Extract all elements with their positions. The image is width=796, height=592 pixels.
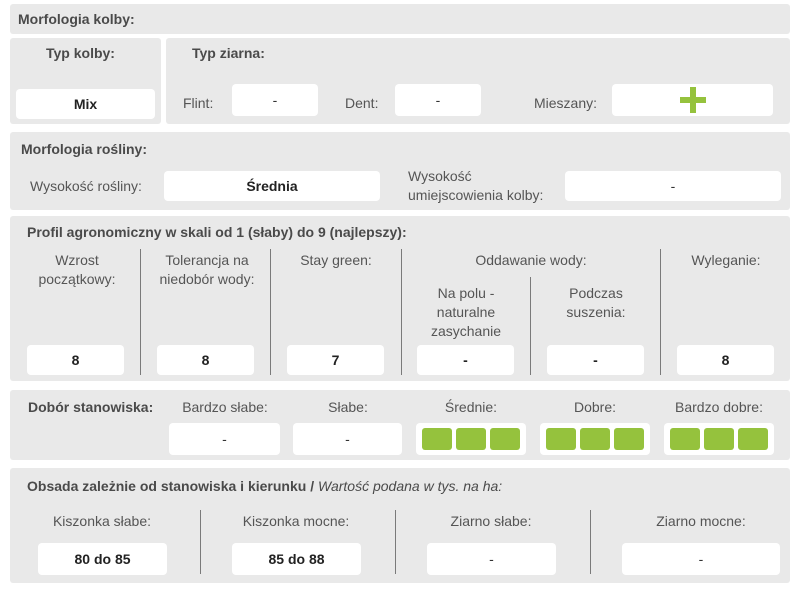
obsada-divider <box>395 510 396 574</box>
typ-kolby-value: Mix <box>16 89 155 119</box>
wysokosc-kolby-label-line1: Wysokość <box>408 168 472 184</box>
srednie-rating <box>416 423 526 455</box>
wysokosc-rosliny-value: Średnia <box>164 171 380 201</box>
kiszonka-mocne-label: Kiszonka mocne: <box>242 513 350 529</box>
dent-label: Dent: <box>345 95 379 111</box>
ziarno-slabe-value: - <box>427 543 556 575</box>
wysokosc-rosliny-label: Wysokość rośliny: <box>30 178 142 194</box>
tolerancja-label: Tolerancja na niedobór wody: <box>159 252 255 287</box>
profil-divider <box>660 249 661 375</box>
wzrost-value: 8 <box>27 345 124 375</box>
obsada-title: Obsada zależnie od stanowiska i kierunku… <box>27 478 503 494</box>
kiszonka-mocne-value: 85 do 88 <box>232 543 361 575</box>
ziarno-slabe-label: Ziarno słabe: <box>450 513 532 529</box>
wyleganie-label: Wyleganie: <box>691 252 761 268</box>
wysokosc-kolby-label-line2: umiejscowienia kolby: <box>408 187 544 203</box>
dobor-title: Dobór stanowiska: <box>28 399 154 415</box>
slabe-value: - <box>293 423 402 455</box>
profil-title: Profil agronomiczny w skali od 1 (słaby)… <box>27 224 407 240</box>
flint-label: Flint: <box>183 95 214 111</box>
obsada-title-text: Obsada zależnie od stanowiska i kierunku <box>27 478 307 494</box>
rating-square <box>704 428 734 450</box>
na-polu-label: Na polu - naturalne zasychanie <box>430 285 502 339</box>
rating-square <box>580 428 610 450</box>
kiszonka-slabe-label: Kiszonka słabe: <box>52 513 152 529</box>
morfologia-kolby-title: Morfologia kolby: <box>18 11 135 27</box>
rating-square <box>614 428 644 450</box>
obsada-divider <box>200 510 201 574</box>
rating-square <box>738 428 768 450</box>
bardzo-slabe-value: - <box>169 423 280 455</box>
dobre-label: Dobre: <box>573 399 617 415</box>
podczas-suszenia-value: - <box>547 345 644 375</box>
rating-square <box>546 428 576 450</box>
profil-divider <box>270 249 271 375</box>
slabe-label: Słabe: <box>328 399 368 415</box>
mieszany-label: Mieszany: <box>534 95 598 111</box>
mieszany-value <box>612 84 773 116</box>
wysokosc-kolby-value: - <box>565 171 781 201</box>
srednie-label: Średnie: <box>444 399 498 415</box>
profil-divider <box>140 249 141 375</box>
bardzo-dobre-rating <box>664 423 774 455</box>
oddawanie-wody-label: Oddawanie wody: <box>475 252 587 268</box>
obsada-divider <box>590 510 591 574</box>
dent-value: - <box>395 84 481 116</box>
kiszonka-slabe-value: 80 do 85 <box>38 543 167 575</box>
bardzo-dobre-label: Bardzo dobre: <box>675 399 763 415</box>
ziarno-mocne-label: Ziarno mocne: <box>656 513 746 529</box>
bardzo-slabe-label: Bardzo słabe: <box>182 399 268 415</box>
flint-value: - <box>232 84 318 116</box>
wzrost-label: Wzrost początkowy: <box>38 252 116 287</box>
na-polu-value: - <box>417 345 514 375</box>
rating-square <box>456 428 486 450</box>
stay-green-value: 7 <box>287 345 384 375</box>
podczas-suszenia-label: Podczas suszenia: <box>566 285 626 320</box>
obsada-subtitle: Wartość podana w tys. na ha: <box>317 478 503 494</box>
wyleganie-value: 8 <box>677 345 774 375</box>
rating-square <box>490 428 520 450</box>
oddawanie-divider <box>530 277 531 375</box>
morfologia-rosliny-title: Morfologia rośliny: <box>21 141 147 157</box>
tolerancja-value: 8 <box>157 345 254 375</box>
ziarno-mocne-value: - <box>622 543 780 575</box>
dobre-rating <box>540 423 650 455</box>
typ-kolby-label: Typ kolby: <box>46 45 115 61</box>
stay-green-label: Stay green: <box>300 252 372 268</box>
profil-panel <box>10 216 790 381</box>
rating-square <box>670 428 700 450</box>
typ-ziarna-label: Typ ziarna: <box>192 45 265 61</box>
rating-square <box>422 428 452 450</box>
plus-icon <box>679 87 706 113</box>
